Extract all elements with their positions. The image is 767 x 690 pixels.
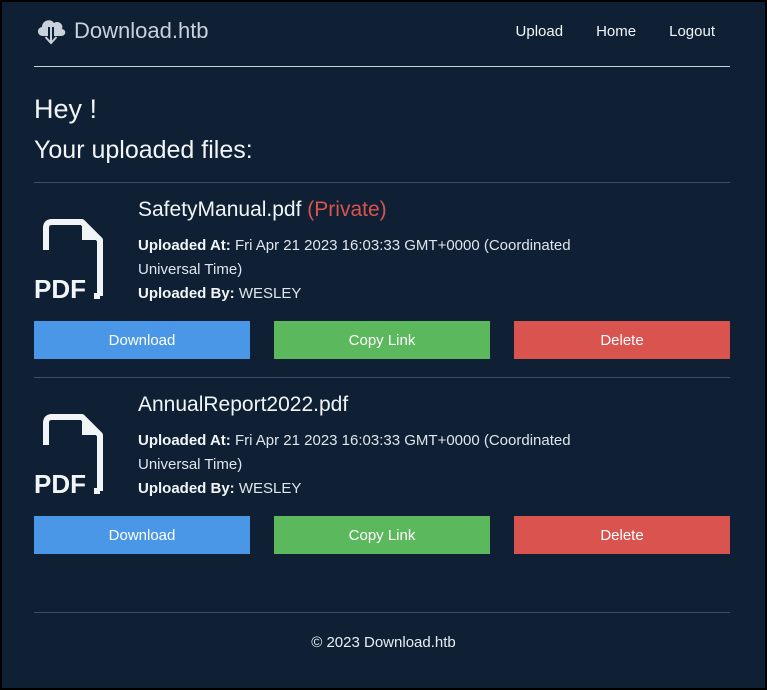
file-actions: Download Copy Link Delete bbox=[34, 516, 730, 554]
greeting: Hey ! bbox=[34, 94, 98, 124]
download-button[interactable]: Download bbox=[34, 516, 250, 554]
svg-text:PDF: PDF bbox=[34, 274, 86, 304]
file-name: SafetyManual.pdf (Private) bbox=[138, 198, 387, 222]
footer-copyright: © 2023 Download.htb bbox=[311, 634, 456, 651]
footer-divider bbox=[34, 612, 730, 613]
top-nav: Upload Home Logout bbox=[516, 23, 715, 40]
nav-upload[interactable]: Upload bbox=[516, 23, 564, 40]
nav-logout[interactable]: Logout bbox=[669, 23, 715, 40]
file-name: AnnualReport2022.pdf bbox=[138, 393, 348, 417]
page-title: Your uploaded files: bbox=[34, 136, 253, 164]
copy-link-button[interactable]: Copy Link bbox=[274, 516, 490, 554]
download-button[interactable]: Download bbox=[34, 321, 250, 359]
uploaded-by-label: Uploaded By: bbox=[138, 480, 235, 497]
uploaded-at-label: Uploaded At: bbox=[138, 432, 231, 449]
file-item: PDF SafetyManual.pdf (Private) Uploaded … bbox=[34, 182, 730, 362]
file-meta: Uploaded At: Fri Apr 21 2023 16:03:33 GM… bbox=[138, 234, 618, 306]
uploaded-by-value: WESLEY bbox=[238, 285, 302, 302]
page-frame: Download.htb Upload Home Logout Hey ! Yo… bbox=[2, 2, 765, 688]
delete-button[interactable]: Delete bbox=[514, 321, 730, 359]
private-badge: (Private) bbox=[307, 198, 387, 221]
copy-link-button[interactable]: Copy Link bbox=[274, 321, 490, 359]
pdf-file-icon: PDF bbox=[34, 219, 103, 304]
header-divider bbox=[34, 66, 730, 67]
uploaded-by-value: WESLEY bbox=[238, 480, 302, 497]
uploaded-at-label: Uploaded At: bbox=[138, 237, 231, 254]
brand-name: Download.htb bbox=[74, 18, 209, 43]
file-name-text: SafetyManual.pdf bbox=[138, 198, 302, 221]
cloud-download-icon bbox=[37, 20, 66, 45]
brand[interactable]: Download.htb bbox=[34, 14, 209, 48]
file-actions: Download Copy Link Delete bbox=[34, 321, 730, 359]
svg-text:PDF: PDF bbox=[34, 469, 86, 499]
delete-button[interactable]: Delete bbox=[514, 516, 730, 554]
file-item: PDF AnnualReport2022.pdf Uploaded At: Fr… bbox=[34, 377, 730, 557]
pdf-file-icon: PDF bbox=[34, 414, 103, 499]
file-name-text: AnnualReport2022.pdf bbox=[138, 393, 349, 416]
file-meta: Uploaded At: Fri Apr 21 2023 16:03:33 GM… bbox=[138, 429, 618, 501]
uploaded-by-label: Uploaded By: bbox=[138, 285, 235, 302]
nav-home[interactable]: Home bbox=[596, 23, 636, 40]
